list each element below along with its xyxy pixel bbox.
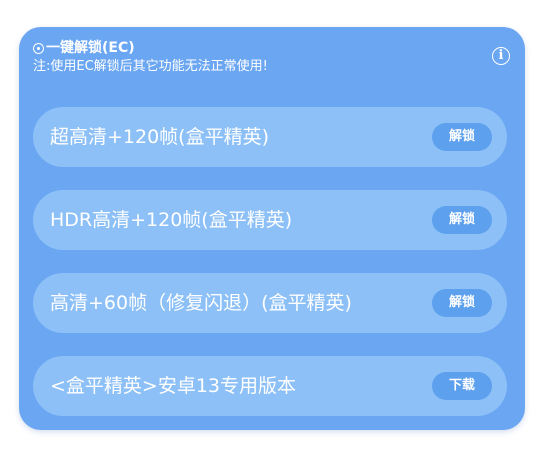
option-label: <盒平精英>安卓13专用版本: [50, 375, 297, 397]
unlock-button[interactable]: 解锁: [432, 289, 492, 317]
panel-note: 注:使用EC解锁后其它功能无法正常使用!: [33, 59, 268, 74]
unlock-button[interactable]: 解锁: [432, 123, 492, 151]
option-row-3[interactable]: 高清+60帧（修复闪退）(盒平精英) 解锁: [33, 273, 507, 333]
panel-header: 一键解锁(EC) 注:使用EC解锁后其它功能无法正常使用!: [33, 39, 511, 75]
info-icon[interactable]: i: [492, 47, 510, 65]
radio-icon[interactable]: [33, 42, 44, 54]
option-row-4[interactable]: <盒平精英>安卓13专用版本 下载: [33, 356, 507, 416]
panel-title-row: 一键解锁(EC): [33, 39, 511, 57]
option-label: 超高清+120帧(盒平精英): [50, 126, 270, 148]
download-button[interactable]: 下载: [432, 372, 492, 400]
unlock-button[interactable]: 解锁: [432, 206, 492, 234]
option-label: HDR高清+120帧(盒平精英): [50, 209, 293, 231]
option-label: 高清+60帧（修复闪退）(盒平精英): [50, 292, 352, 314]
unlock-panel: 一键解锁(EC) 注:使用EC解锁后其它功能无法正常使用! i 超高清+120帧…: [19, 27, 525, 430]
option-row-1[interactable]: 超高清+120帧(盒平精英) 解锁: [33, 107, 507, 167]
option-row-2[interactable]: HDR高清+120帧(盒平精英) 解锁: [33, 190, 507, 250]
panel-title: 一键解锁(EC): [46, 40, 135, 56]
